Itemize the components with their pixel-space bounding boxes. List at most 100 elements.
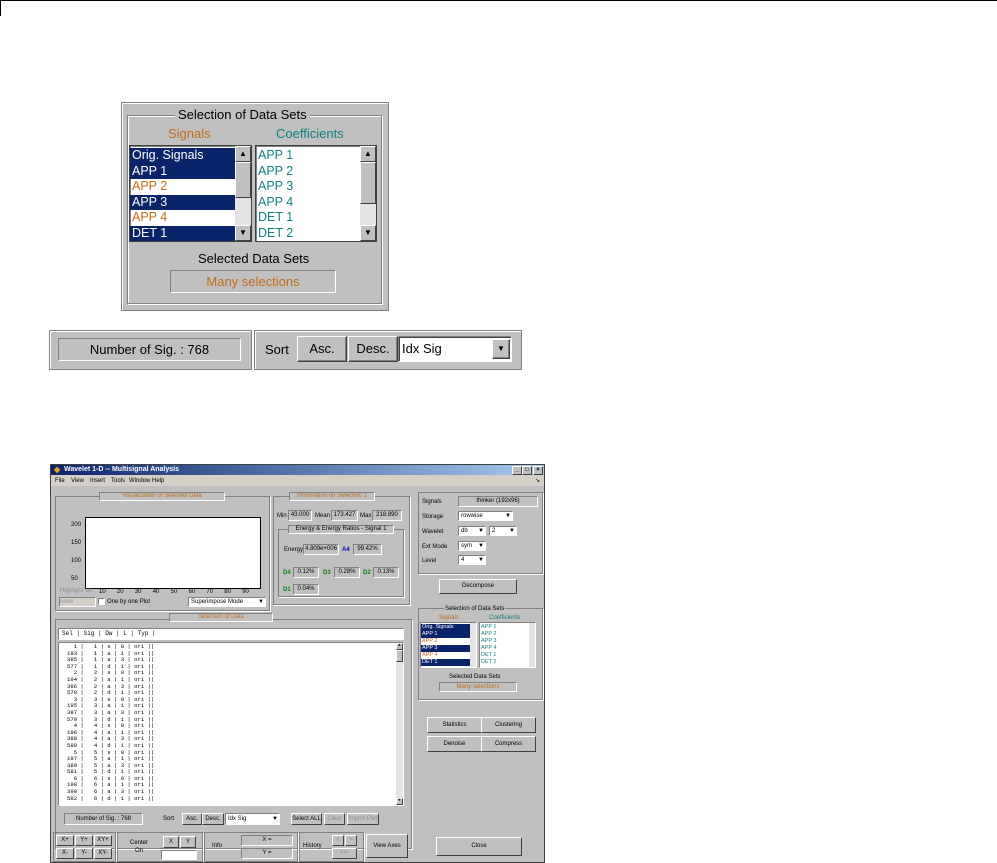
small-scrollbar[interactable] [529, 623, 535, 667]
menu-help[interactable]: Help [152, 478, 164, 484]
small-signals-item[interactable]: DET 1 [421, 659, 470, 666]
history-reset-icon[interactable]: <<- [332, 848, 357, 859]
center-y-button[interactable]: Y [180, 836, 196, 848]
clear-button[interactable]: Clear [324, 813, 345, 825]
small-coefficients-listbox[interactable]: APP 1 APP 2 APP 3 APP 4 DET 1 DET 2 [479, 622, 536, 668]
small-coefficients-item[interactable]: APP 1 [480, 624, 529, 631]
decompose-button[interactable]: Decompose [439, 579, 517, 594]
x-tick-label: 50 [170, 589, 178, 595]
small-coefficients-item[interactable]: DET 2 [480, 659, 529, 666]
coefficients-list-item[interactable]: APP 1 [256, 148, 360, 164]
chevron-down-icon[interactable]: ▼ [272, 814, 278, 824]
scroll-up-icon[interactable]: ▲ [235, 146, 251, 162]
small-signals-item[interactable]: APP 2 [421, 638, 470, 645]
select-all-button[interactable]: Select ALL [291, 813, 322, 825]
scroll-up-icon[interactable]: ▲ [360, 146, 376, 162]
coefficients-list-item[interactable]: APP 3 [256, 179, 360, 195]
center-x-button[interactable]: X [163, 836, 179, 848]
minimize-icon[interactable]: _ [512, 466, 522, 475]
x-minus-button[interactable]: X- [56, 848, 74, 859]
small-coefficients-item[interactable]: APP 4 [480, 645, 529, 652]
small-coefficients-item[interactable]: APP 3 [480, 638, 529, 645]
sort-small-select[interactable]: Idx Sig ▼ [225, 813, 280, 825]
menu-insert[interactable]: Insert [90, 478, 105, 484]
scroll-down-icon[interactable]: ▼ [360, 225, 376, 241]
signals-list-item[interactable]: DET 1 [130, 225, 235, 241]
asc-button[interactable]: Asc. [297, 336, 347, 362]
scroll-up-icon[interactable]: ▲ [396, 643, 403, 650]
scroll-thumb[interactable] [396, 650, 403, 662]
chevron-down-icon[interactable]: ▼ [509, 527, 515, 535]
small-scrollbar[interactable] [470, 623, 476, 667]
chevron-down-icon[interactable]: ▼ [505, 512, 511, 520]
xy-plus-button[interactable]: XY+ [94, 835, 112, 846]
wavelet-family-select[interactable]: db ▼ [458, 526, 486, 536]
extmode-select[interactable]: sym ▼ [458, 541, 486, 551]
sort-select[interactable]: Idx Sig ▼ [398, 336, 512, 362]
history-back-icon[interactable]: < [332, 835, 344, 846]
coefficients-list-item[interactable]: DET 2 [256, 226, 360, 241]
denoise-button[interactable]: Denoise [427, 736, 482, 752]
view-axes-button[interactable]: View Axes [366, 834, 408, 858]
history-forward-icon[interactable]: > [345, 835, 357, 846]
menu-view[interactable]: View [71, 478, 84, 484]
table-row[interactable]: 582 | 6 | d | 1 | ori || [67, 795, 154, 803]
scroll-thumb[interactable] [360, 162, 376, 204]
desc-button[interactable]: Desc. [348, 336, 398, 362]
small-signals-item[interactable]: APP 3 [421, 645, 470, 652]
chevron-down-icon[interactable]: ▼ [478, 527, 484, 535]
y-minus-button[interactable]: Y- [75, 848, 93, 859]
signals-list-item[interactable]: APP 3 [130, 194, 235, 211]
maximize-icon[interactable]: □ [522, 466, 532, 475]
y-plus-button[interactable]: Y+ [75, 835, 93, 846]
close-button[interactable]: Close [436, 837, 522, 856]
menu-file[interactable]: File [55, 478, 65, 484]
coefficients-list-item[interactable]: DET 1 [256, 210, 360, 226]
storage-select[interactable]: rowwise ▼ [458, 511, 513, 521]
xy-minus-button[interactable]: XY- [94, 848, 112, 859]
superimpose-select[interactable]: Superimpose Mode ▼ [188, 597, 266, 607]
highlight-select[interactable]: none [59, 597, 96, 607]
menu-tools[interactable]: Tools [111, 478, 125, 484]
one-by-one-checkbox[interactable] [98, 598, 105, 605]
plot-area[interactable] [85, 517, 261, 589]
chevron-down-icon[interactable]: ▼ [478, 542, 484, 550]
arrow-icon[interactable]: ↘ [535, 478, 540, 484]
small-signals-item[interactable]: APP 4 [421, 652, 470, 659]
zoom-signals-listbox[interactable]: Orig. Signals APP 1 APP 2 APP 3 APP 4 DET 1 ▲… [129, 145, 252, 242]
signals-list-item[interactable]: APP 2 [130, 179, 235, 195]
level-select[interactable]: 4 ▼ [458, 555, 486, 565]
center-input[interactable] [161, 850, 197, 860]
small-signals-item[interactable]: Orig. Signals [421, 624, 470, 631]
signals-list-item[interactable]: APP 4 [130, 210, 235, 226]
scroll-down-icon[interactable]: ▼ [235, 225, 251, 241]
signals-list-item[interactable]: APP 1 [130, 163, 235, 180]
zoom-coefficients-scrollbar[interactable]: ▲ ▼ [360, 146, 376, 241]
signals-list-item[interactable]: Orig. Signals [130, 148, 235, 164]
chevron-down-icon[interactable]: ▼ [492, 339, 510, 359]
chevron-down-icon[interactable]: ▼ [258, 598, 264, 606]
close-icon[interactable]: × [533, 466, 543, 475]
coefficients-list-item[interactable]: APP 2 [256, 164, 360, 180]
import-part-button[interactable]: Import Part [347, 813, 379, 825]
zoom-coefficients-listbox[interactable]: APP 1 APP 2 APP 3 APP 4 DET 1 DET 2 ▲ ▼ [255, 145, 377, 242]
asc-small-button[interactable]: Asc. [182, 813, 202, 825]
coefficients-list-item[interactable]: APP 4 [256, 195, 360, 211]
menu-window[interactable]: Window [129, 478, 150, 484]
chevron-down-icon[interactable]: ▼ [478, 556, 484, 564]
small-signals-item[interactable]: APP 1 [421, 631, 470, 638]
small-coefficients-item[interactable]: APP 2 [480, 631, 529, 638]
desc-small-button[interactable]: Desc. [202, 813, 224, 825]
small-coefficients-item[interactable]: DET 1 [480, 652, 529, 659]
wavelet-number-select[interactable]: 2 ▼ [489, 526, 517, 536]
scroll-down-icon[interactable]: ▼ [396, 798, 403, 805]
x-plus-button[interactable]: X+ [56, 835, 74, 846]
data-table[interactable]: 1 | 1 | s | 0 | ori || 193 | 1 | a | 1 | … [58, 642, 404, 806]
scroll-thumb[interactable] [235, 162, 251, 198]
small-signals-listbox[interactable]: Orig. Signals APP 1 APP 2 APP 3 APP 4 DET 1 [420, 622, 477, 668]
zoom-signals-scrollbar[interactable]: ▲ ▼ [235, 146, 251, 241]
statistics-button[interactable]: Statistics [427, 717, 482, 733]
compress-button[interactable]: Compress [481, 736, 536, 752]
clustering-button[interactable]: Clustering [481, 717, 536, 733]
table-scrollbar[interactable]: ▲ ▼ [396, 643, 403, 805]
